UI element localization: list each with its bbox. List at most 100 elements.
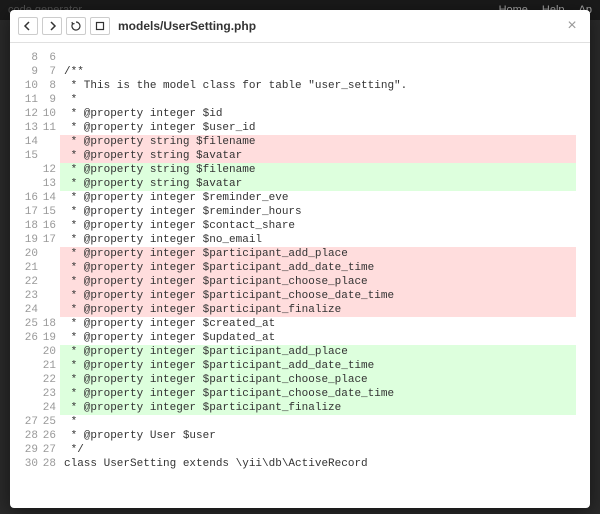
line-content: * @property integer $created_at	[60, 317, 576, 331]
line-content: * @property integer $participant_add_dat…	[60, 261, 576, 275]
line-number-new: 12	[42, 163, 60, 177]
line-number-new	[42, 135, 60, 149]
diff-line: 97/**	[24, 65, 576, 79]
line-content: * @property integer $id	[60, 107, 576, 121]
arrow-right-icon	[47, 21, 57, 31]
line-number-new: 7	[42, 65, 60, 79]
expand-button[interactable]	[90, 17, 110, 35]
line-number-old: 11	[24, 93, 42, 107]
line-number-new	[42, 261, 60, 275]
line-content: * @property integer $participant_finaliz…	[60, 303, 576, 317]
line-number-old: 17	[24, 205, 42, 219]
line-number-old: 10	[24, 79, 42, 93]
line-number-old: 14	[24, 135, 42, 149]
line-number-old: 28	[24, 429, 42, 443]
diff-modal: models/UserSetting.php × 8697/**108 * Th…	[10, 10, 590, 508]
close-icon: ×	[567, 17, 576, 35]
line-content: * @property string $avatar	[60, 177, 576, 191]
line-number-new	[42, 303, 60, 317]
line-number-old: 20	[24, 247, 42, 261]
line-content: * @property integer $participant_add_pla…	[60, 345, 576, 359]
line-number-old	[24, 387, 42, 401]
line-number-new: 8	[42, 79, 60, 93]
line-number-new: 20	[42, 345, 60, 359]
line-number-old: 13	[24, 121, 42, 135]
line-number-new: 23	[42, 387, 60, 401]
line-number-new	[42, 275, 60, 289]
line-content: * This is the model class for table "use…	[60, 79, 576, 93]
line-content: /**	[60, 65, 576, 79]
diff-viewer[interactable]: 8697/**108 * This is the model class for…	[10, 43, 590, 508]
line-number-old: 25	[24, 317, 42, 331]
line-number-new: 22	[42, 373, 60, 387]
line-number-old: 18	[24, 219, 42, 233]
line-number-old: 26	[24, 331, 42, 345]
diff-line: 2927 */	[24, 443, 576, 457]
diff-line: 23 * @property integer $participant_choo…	[24, 289, 576, 303]
line-number-old: 29	[24, 443, 42, 457]
line-content: * @property integer $participant_add_pla…	[60, 247, 576, 261]
diff-line: 13 * @property string $avatar	[24, 177, 576, 191]
line-content: * @property string $filename	[60, 163, 576, 177]
refresh-icon	[71, 21, 81, 31]
diff-line: 1715 * @property integer $reminder_hours	[24, 205, 576, 219]
expand-icon	[95, 21, 105, 31]
back-button[interactable]	[18, 17, 38, 35]
line-content: */	[60, 443, 576, 457]
line-content: * @property string $filename	[60, 135, 576, 149]
line-number-new	[42, 289, 60, 303]
line-number-old: 30	[24, 457, 42, 471]
line-number-new: 19	[42, 331, 60, 345]
line-content: * @property integer $reminder_hours	[60, 205, 576, 219]
diff-line: 2518 * @property integer $created_at	[24, 317, 576, 331]
diff-line: 2725 *	[24, 415, 576, 429]
line-number-old	[24, 359, 42, 373]
modal-header: models/UserSetting.php ×	[10, 10, 590, 43]
line-content: *	[60, 93, 576, 107]
line-number-new: 24	[42, 401, 60, 415]
diff-line: 20 * @property integer $participant_add_…	[24, 247, 576, 261]
line-number-new: 11	[42, 121, 60, 135]
line-number-old: 23	[24, 289, 42, 303]
line-number-new	[42, 149, 60, 163]
diff-line: 20 * @property integer $participant_add_…	[24, 345, 576, 359]
line-number-old: 9	[24, 65, 42, 79]
line-number-new: 14	[42, 191, 60, 205]
line-number-new: 25	[42, 415, 60, 429]
line-content: * @property integer $participant_choose_…	[60, 275, 576, 289]
line-number-new: 10	[42, 107, 60, 121]
diff-line: 1210 * @property integer $id	[24, 107, 576, 121]
line-content: * @property integer $no_email	[60, 233, 576, 247]
line-number-old: 15	[24, 149, 42, 163]
line-number-new: 15	[42, 205, 60, 219]
refresh-button[interactable]	[66, 17, 86, 35]
line-number-new: 27	[42, 443, 60, 457]
line-content: *	[60, 415, 576, 429]
line-number-new: 28	[42, 457, 60, 471]
line-number-old	[24, 177, 42, 191]
line-number-new: 18	[42, 317, 60, 331]
line-content: * @property integer $contact_share	[60, 219, 576, 233]
diff-line: 15 * @property string $avatar	[24, 149, 576, 163]
diff-line: 1311 * @property integer $user_id	[24, 121, 576, 135]
line-content: * @property integer $participant_choose_…	[60, 373, 576, 387]
forward-button[interactable]	[42, 17, 62, 35]
diff-line: 2826 * @property User $user	[24, 429, 576, 443]
file-path: models/UserSetting.php	[118, 19, 256, 33]
diff-line: 86	[24, 51, 576, 65]
line-number-new: 9	[42, 93, 60, 107]
line-content: * @property integer $participant_choose_…	[60, 387, 576, 401]
diff-line: 119 *	[24, 93, 576, 107]
close-button[interactable]: ×	[562, 16, 582, 36]
line-number-old: 8	[24, 51, 42, 65]
line-number-old: 27	[24, 415, 42, 429]
line-number-new: 17	[42, 233, 60, 247]
line-number-new	[42, 247, 60, 261]
diff-line: 22 * @property integer $participant_choo…	[24, 275, 576, 289]
line-content: * @property User $user	[60, 429, 576, 443]
diff-line: 23 * @property integer $participant_choo…	[24, 387, 576, 401]
line-number-new: 26	[42, 429, 60, 443]
line-number-old	[24, 401, 42, 415]
line-number-old	[24, 345, 42, 359]
line-content: * @property integer $reminder_eve	[60, 191, 576, 205]
